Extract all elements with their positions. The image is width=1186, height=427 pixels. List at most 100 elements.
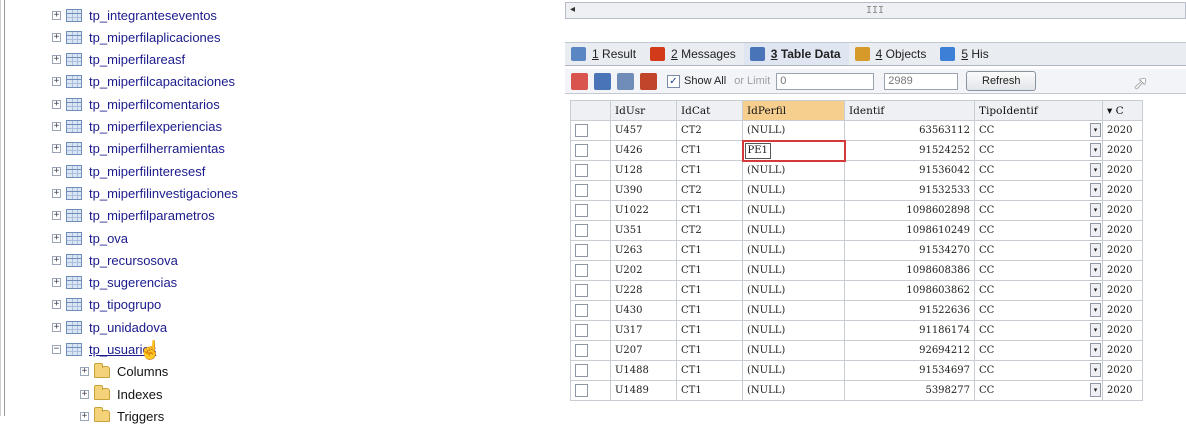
cell-idcat[interactable]: CT2 [676, 180, 743, 201]
limit-from-input[interactable]: 0 [776, 72, 875, 90]
cell-tipoidentif[interactable]: CC ▾ [974, 220, 1103, 241]
cell-c[interactable]: 2020 [1102, 260, 1143, 281]
cell-tipoidentif[interactable]: CC ▾ [974, 160, 1103, 181]
expand-toggle-icon[interactable]: + [52, 188, 61, 198]
table-row[interactable]: U207 CT1 (NULL) 92694212 CC ▾ 2020 [570, 340, 1143, 361]
tree-item[interactable]: + tp_miperfilcomentarios [52, 93, 220, 115]
table-row[interactable]: U1488 CT1 (NULL) 91534697 CC ▾ 2020 [570, 360, 1143, 381]
cell-tipoidentif[interactable]: CC ▾ [974, 140, 1103, 161]
cell-idperfil[interactable]: (NULL) [742, 180, 845, 201]
expand-toggle-icon[interactable]: + [52, 10, 61, 20]
tab-his[interactable]: 5 His [934, 43, 996, 65]
expand-toggle-icon[interactable]: − [52, 345, 61, 354]
dropdown-arrow-icon[interactable]: ▾ [1090, 223, 1101, 237]
cell-idcat[interactable]: CT1 [676, 140, 743, 161]
cell-idperfil[interactable]: (NULL) [742, 380, 845, 401]
table-row[interactable]: U351 CT2 (NULL) 1098610249 CC ▾ 2020 [570, 220, 1143, 241]
cell-idcat[interactable]: CT1 [676, 320, 743, 341]
table-row[interactable]: U202 CT1 (NULL) 1098608386 CC ▾ 2020 [570, 260, 1143, 281]
cell-idperfil[interactable]: (NULL) [742, 260, 845, 281]
cell-editor-input[interactable]: PE1 [744, 142, 771, 159]
dropdown-arrow-icon[interactable]: ▾ [1090, 243, 1101, 257]
scroll-grip-icon[interactable]: III [866, 5, 884, 16]
cell-identif[interactable]: 91186174 [844, 320, 975, 341]
cell-idcat[interactable]: CT1 [676, 360, 743, 381]
row-selector[interactable] [570, 220, 611, 241]
cell-tipoidentif[interactable]: CC ▾ [974, 300, 1103, 321]
expand-toggle-icon[interactable]: + [52, 55, 61, 65]
tree-item[interactable]: + tp_miperfilparametros [52, 205, 215, 227]
cell-identif[interactable]: 91534270 [844, 240, 975, 261]
table-row[interactable]: U317 CT1 (NULL) 91186174 CC ▾ 2020 [570, 320, 1143, 341]
row-selector[interactable] [570, 300, 611, 321]
expand-toggle-icon[interactable]: + [52, 99, 61, 109]
dropdown-arrow-icon[interactable]: ▾ [1090, 163, 1101, 177]
cell-idcat[interactable]: CT1 [676, 280, 743, 301]
cell-idusr[interactable]: U128 [610, 160, 677, 181]
table-row[interactable]: U430 CT1 (NULL) 91522636 CC ▾ 2020 [570, 300, 1143, 321]
cell-idcat[interactable]: CT1 [676, 380, 743, 401]
row-checkbox[interactable] [575, 224, 588, 237]
table-row[interactable]: U390 CT2 (NULL) 91532533 CC ▾ 2020 [570, 180, 1143, 201]
column-header[interactable]: ▾ C [1102, 100, 1143, 121]
cell-idperfil[interactable]: (NULL) [742, 120, 845, 141]
expand-toggle-icon[interactable]: + [52, 300, 61, 310]
tree-item[interactable]: + tp_sugerencias [52, 272, 177, 294]
cell-idcat[interactable]: CT1 [676, 160, 743, 181]
cell-idusr[interactable]: U1488 [610, 360, 677, 381]
tree-item[interactable]: + tp_tipogrupo [52, 294, 161, 316]
cell-tipoidentif[interactable]: CC ▾ [974, 120, 1103, 141]
column-header[interactable]: Identif [844, 100, 975, 121]
row-selector[interactable] [570, 200, 611, 221]
tree-item[interactable]: + tp_miperfilcapacitaciones [52, 71, 235, 93]
cell-idusr[interactable]: U1022 [610, 200, 677, 221]
dropdown-arrow-icon[interactable]: ▾ [1090, 363, 1101, 377]
table-row[interactable]: U457 CT2 (NULL) 63563112 CC ▾ 2020 [570, 120, 1143, 141]
tab-messages[interactable]: 2 Messages [644, 43, 744, 65]
cell-c[interactable]: 2020 [1102, 320, 1143, 341]
row-selector[interactable] [570, 340, 611, 361]
cell-c[interactable]: 2020 [1102, 160, 1143, 181]
cell-idperfil[interactable]: (NULL) [742, 280, 845, 301]
table-row[interactable]: U263 CT1 (NULL) 91534270 CC ▾ 2020 [570, 240, 1143, 261]
dropdown-arrow-icon[interactable]: ▾ [1090, 143, 1101, 157]
cell-idperfil[interactable]: (NULL) [742, 300, 845, 321]
column-header[interactable]: IdCat [676, 100, 743, 121]
column-header[interactable]: TipoIdentif [974, 100, 1103, 121]
tab-objects[interactable]: 4 Objects [849, 43, 935, 65]
cell-identif[interactable]: 1098603862 [844, 280, 975, 301]
tree-item[interactable]: + tp_integranteseventos [52, 4, 217, 26]
expand-toggle-icon[interactable]: + [52, 278, 61, 288]
save-icon[interactable] [594, 72, 611, 90]
table-row[interactable]: U426 CT1 PE1 91524252 CC ▾ 2020 [570, 139, 1143, 162]
cell-identif[interactable]: 63563112 [844, 120, 975, 141]
tree-item[interactable]: + tp_miperfilaplicaciones [52, 26, 221, 48]
expand-toggle-icon[interactable]: + [52, 322, 61, 332]
cell-idcat[interactable]: CT1 [676, 200, 743, 221]
row-checkbox[interactable] [575, 204, 588, 217]
duplicate-row-icon[interactable] [617, 72, 634, 90]
cell-tipoidentif[interactable]: CC ▾ [974, 360, 1103, 381]
tab-table-data[interactable]: 3 Table Data [743, 43, 849, 65]
cell-idusr[interactable]: U390 [610, 180, 677, 201]
cell-c[interactable]: 2020 [1102, 220, 1143, 241]
cell-idusr[interactable]: U426 [610, 140, 677, 161]
expand-toggle-icon[interactable]: + [52, 233, 61, 243]
cell-idperfil[interactable]: (NULL) [742, 160, 845, 181]
row-selector[interactable] [570, 360, 611, 381]
cell-c[interactable]: 2020 [1102, 120, 1143, 141]
limit-count-input[interactable]: 2989 [884, 72, 959, 90]
cell-idperfil[interactable]: (NULL) [742, 320, 845, 341]
row-checkbox[interactable] [575, 344, 588, 357]
dropdown-arrow-icon[interactable]: ▾ [1090, 283, 1101, 297]
cell-idperfil-editing[interactable]: PE1 [741, 139, 846, 162]
dropdown-arrow-icon[interactable]: ▾ [1090, 123, 1101, 137]
cell-idcat[interactable]: CT1 [676, 340, 743, 361]
cell-idperfil[interactable]: (NULL) [742, 240, 845, 261]
row-checkbox[interactable] [575, 184, 588, 197]
scroll-left-arrow-icon[interactable]: ◂ [570, 4, 575, 15]
cell-tipoidentif[interactable]: CC ▾ [974, 340, 1103, 361]
cell-idusr[interactable]: U263 [610, 240, 677, 261]
cell-idcat[interactable]: CT2 [676, 120, 743, 141]
cell-idperfil[interactable]: (NULL) [742, 200, 845, 221]
